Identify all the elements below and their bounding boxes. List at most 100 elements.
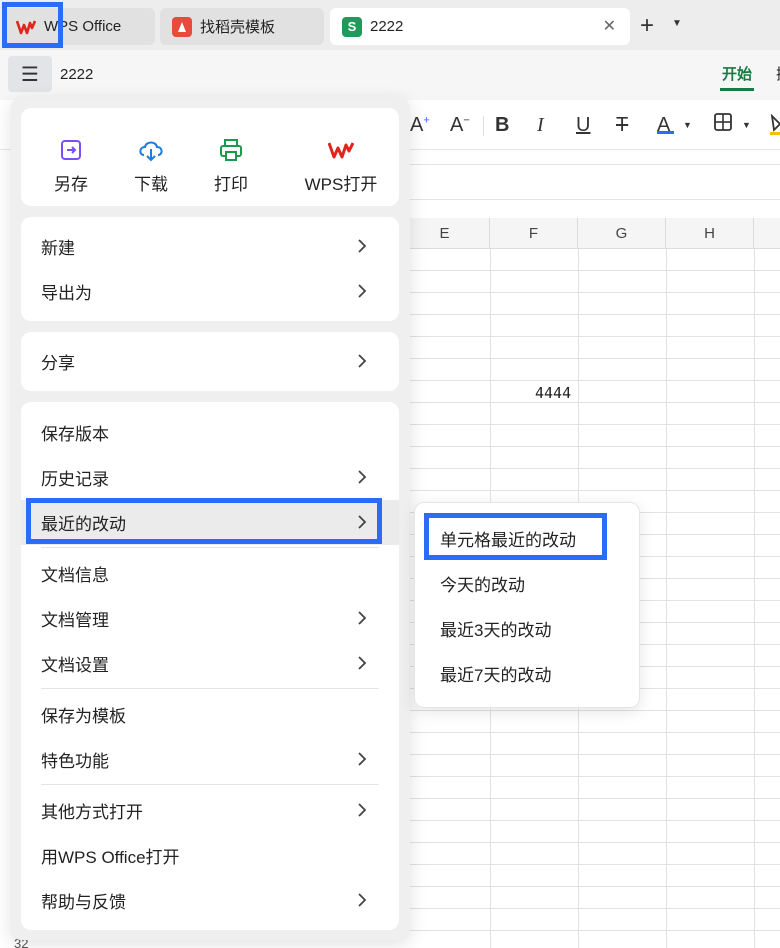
grid-row-line: [400, 842, 780, 843]
menu-item-new[interactable]: 新建: [21, 224, 399, 269]
menu-divider: [41, 688, 379, 689]
chevron-down-icon[interactable]: ▼: [672, 18, 682, 29]
increase-font-icon[interactable]: A+: [410, 114, 430, 137]
chevron-right-icon: [358, 611, 367, 625]
grid-row-line: [400, 930, 780, 931]
grid-row-line: [400, 754, 780, 755]
main-menu-button[interactable]: ☰: [8, 56, 52, 92]
grid-row-line: [400, 314, 780, 315]
new-tab-icon[interactable]: +: [640, 12, 654, 40]
italic-icon[interactable]: I: [537, 114, 544, 137]
grid-row-line: [400, 490, 780, 491]
menu-item-open-with[interactable]: 其他方式打开: [21, 788, 399, 833]
menu-item-label: 帮助与反馈: [41, 893, 126, 912]
column-header-h[interactable]: H: [666, 218, 754, 249]
menu-item-label: 保存版本: [41, 425, 109, 444]
submenu-item-7day-changes[interactable]: 最近7天的改动: [415, 651, 641, 696]
fill-color-icon[interactable]: [770, 113, 780, 142]
menu-item-label: 用WPS Office打开: [41, 848, 180, 867]
submenu-item-label: 今天的改动: [440, 576, 525, 595]
submenu-item-label: 最近7天的改动: [440, 666, 552, 685]
menu-item-export[interactable]: 导出为: [21, 269, 399, 314]
tab-2222[interactable]: S 2222 ✕: [330, 8, 630, 45]
strikethrough-icon[interactable]: T: [616, 114, 628, 137]
print-button[interactable]: 打印: [191, 136, 271, 195]
wps-open-button[interactable]: WPS打开: [291, 136, 391, 195]
column-header-i[interactable]: [754, 218, 780, 249]
submenu-item-3day-changes[interactable]: 最近3天的改动: [415, 606, 641, 651]
menu-item-label: 分享: [41, 354, 75, 373]
menu-item-label: 导出为: [41, 284, 92, 303]
quick-action-label: 另存: [54, 175, 88, 194]
quick-action-label: 打印: [214, 175, 248, 194]
tab-label: 找稻壳模板: [200, 19, 276, 36]
chevron-right-icon: [358, 284, 367, 298]
cell-f8-value[interactable]: 4444: [535, 384, 571, 402]
grid-row-line: [400, 710, 780, 711]
grid-row-line: [400, 732, 780, 733]
ribbon-tab-insert[interactable]: 插: [776, 63, 780, 84]
column-header-f[interactable]: F: [490, 218, 578, 249]
chevron-right-icon: [358, 752, 367, 766]
ribbon-tab-start[interactable]: 开始: [722, 63, 752, 84]
menu-group-document: 保存版本 历史记录 最近的改动 文档信息 文档管理 文档设置 保存为模板 特色功…: [21, 402, 399, 930]
menu-item-label: 文档信息: [41, 566, 109, 585]
menu-item-doc-info[interactable]: 文档信息: [21, 551, 399, 596]
tab-docer-templates[interactable]: 找稻壳模板: [160, 8, 324, 45]
column-header-e[interactable]: E: [400, 218, 490, 249]
quick-action-label: 下载: [134, 175, 168, 194]
spreadsheet-icon: S: [342, 16, 362, 37]
grid-row-line: [400, 820, 780, 821]
chevron-down-icon[interactable]: ▼: [742, 120, 751, 130]
grid-row-line: [400, 446, 780, 447]
printer-icon: [191, 136, 271, 164]
docer-icon: [172, 16, 192, 37]
menu-item-label: 保存为模板: [41, 707, 126, 726]
quick-action-label: WPS打开: [304, 175, 378, 194]
save-as-icon: [31, 136, 111, 164]
save-as-button[interactable]: 另存: [31, 136, 111, 195]
download-button[interactable]: 下载: [111, 136, 191, 195]
menu-item-open-in-wps[interactable]: 用WPS Office打开: [21, 833, 399, 878]
menu-item-share[interactable]: 分享: [21, 339, 399, 384]
column-header-g[interactable]: G: [578, 218, 666, 249]
toolbar-divider: [483, 116, 484, 136]
menu-item-label: 文档设置: [41, 656, 109, 675]
tab-label: 2222: [370, 18, 404, 35]
chevron-down-icon[interactable]: ▼: [683, 120, 692, 130]
formula-input[interactable]: [400, 164, 780, 200]
menu-item-help-feedback[interactable]: 帮助与反馈: [21, 878, 399, 923]
menu-item-save-version[interactable]: 保存版本: [21, 410, 399, 455]
title-row: ☰ 2222 开始 插: [0, 50, 780, 100]
active-tab-underline: [720, 88, 754, 91]
highlight-box-recent-changes: [26, 498, 382, 544]
underline-icon[interactable]: U: [576, 114, 590, 137]
close-tab-icon[interactable]: ✕: [603, 16, 616, 36]
menu-item-label: 历史记录: [41, 470, 109, 489]
grid-column-line: [754, 249, 755, 948]
borders-icon[interactable]: [713, 112, 733, 138]
menu-item-label: 文档管理: [41, 611, 109, 630]
grid-row-line: [400, 292, 780, 293]
grid-row-line: [400, 336, 780, 337]
hamburger-icon: ☰: [21, 63, 39, 86]
menu-item-save-as-template[interactable]: 保存为模板: [21, 692, 399, 737]
menu-item-doc-manage[interactable]: 文档管理: [21, 596, 399, 641]
menu-item-special-features[interactable]: 特色功能: [21, 737, 399, 782]
menu-item-history[interactable]: 历史记录: [21, 455, 399, 500]
chevron-right-icon: [358, 470, 367, 484]
wps-open-icon: [291, 136, 391, 164]
menu-item-doc-settings[interactable]: 文档设置: [21, 641, 399, 686]
decrease-font-icon[interactable]: A−: [450, 114, 470, 137]
grid-row-line: [400, 864, 780, 865]
chevron-right-icon: [358, 893, 367, 907]
submenu-item-today-changes[interactable]: 今天的改动: [415, 561, 641, 606]
chevron-right-icon: [358, 656, 367, 670]
grid-row-line: [400, 776, 780, 777]
bold-icon[interactable]: B: [495, 114, 509, 137]
menu-group-share: 分享: [21, 332, 399, 391]
document-title: 2222: [60, 66, 94, 83]
menu-item-label: 特色功能: [41, 752, 109, 771]
grid-row-line: [400, 908, 780, 909]
grid-row-line: [400, 468, 780, 469]
